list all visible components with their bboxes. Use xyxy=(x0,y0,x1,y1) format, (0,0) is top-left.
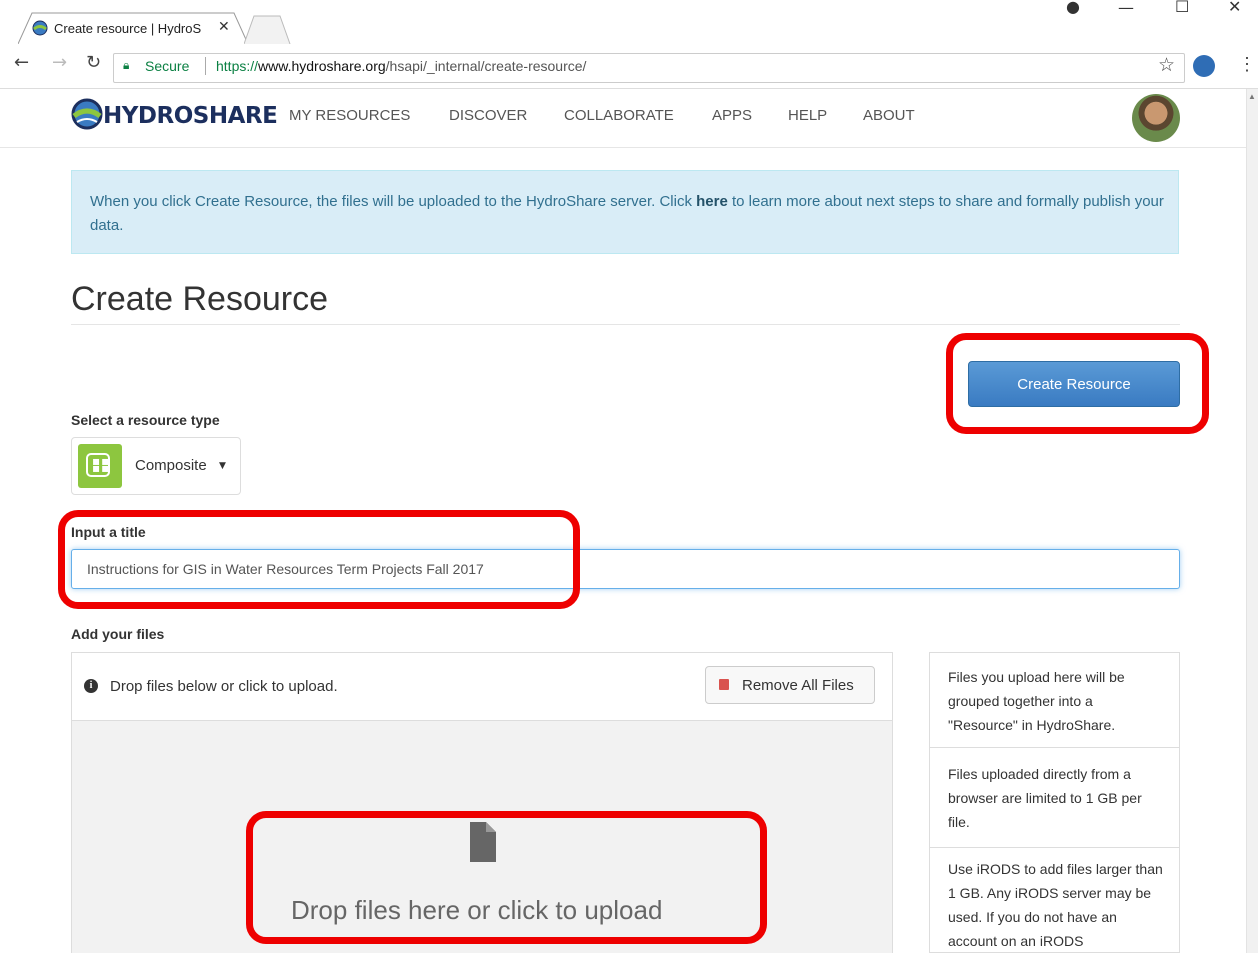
star-icon[interactable]: ☆ xyxy=(1158,54,1175,76)
url-scheme: https:// xyxy=(216,58,259,74)
chevron-down-icon[interactable]: ▼ xyxy=(219,461,226,471)
extension-icon[interactable] xyxy=(1193,55,1215,77)
secure-label: Secure xyxy=(145,58,190,74)
maximize-icon[interactable]: ☐ xyxy=(1175,0,1189,16)
tab-title: Create resource | HydroS xyxy=(54,21,202,36)
reload-icon[interactable]: ↻ xyxy=(86,52,101,73)
file-icon xyxy=(470,822,496,862)
profile-icon[interactable]: ● xyxy=(1066,0,1080,16)
nav-discover[interactable]: DISCOVER xyxy=(449,107,527,124)
page-title: Create Resource xyxy=(71,280,329,318)
menu-icon[interactable]: ⋮ xyxy=(1238,54,1256,75)
new-tab-button[interactable] xyxy=(244,14,292,44)
info-icon: i xyxy=(84,679,98,693)
resource-type-value[interactable]: Composite xyxy=(135,457,207,474)
browser-tab[interactable]: Create resource | HydroS ✕ xyxy=(18,12,250,44)
alert-text: When you click Create Resource, the file… xyxy=(90,190,1165,238)
url-host: www.hydroshare.org xyxy=(258,58,386,74)
nav-help[interactable]: HELP xyxy=(788,107,827,124)
trash-icon xyxy=(719,679,729,690)
scroll-up-icon[interactable]: ▲ xyxy=(1248,92,1256,101)
minimize-icon[interactable]: — xyxy=(1118,0,1134,17)
nav-my-resources[interactable]: MY RESOURCES xyxy=(289,107,410,124)
nav-about[interactable]: ABOUT xyxy=(863,107,915,124)
side-note: Files uploaded directly from a browser a… xyxy=(930,762,1179,848)
title-input[interactable] xyxy=(71,549,1180,589)
url-text[interactable]: https://www.hydroshare.org/hsapi/_intern… xyxy=(216,58,586,74)
side-note: Files you upload here will be grouped to… xyxy=(930,665,1179,748)
title-divider xyxy=(71,324,1180,325)
nav-apps[interactable]: APPS xyxy=(712,107,752,124)
avatar[interactable] xyxy=(1132,94,1180,142)
address-separator xyxy=(205,57,206,75)
close-icon[interactable]: ✕ xyxy=(1228,0,1241,16)
resource-type-label: Select a resource type xyxy=(71,412,220,428)
alert-here-link[interactable]: here xyxy=(696,193,728,210)
side-note: Use iRODS to add files larger than 1 GB.… xyxy=(948,861,1163,949)
create-resource-button[interactable]: Create Resource xyxy=(968,361,1180,407)
forward-icon[interactable]: → xyxy=(52,52,67,73)
alert-before: When you click Create Resource, the file… xyxy=(90,193,697,210)
drop-hint: Drop files below or click to upload. xyxy=(110,678,338,695)
page-scrollbar[interactable] xyxy=(1246,89,1258,953)
lock-icon: 🔒︎ xyxy=(123,58,130,72)
url-path: /hsapi/_internal/create-resource/ xyxy=(385,58,587,74)
close-tab-icon[interactable]: ✕ xyxy=(218,18,230,35)
remove-all-label[interactable]: Remove All Files xyxy=(742,677,854,694)
composite-grid-icon: ▪▪ ▪▪ xyxy=(92,454,111,475)
logo-text[interactable]: HYDROSHARE xyxy=(103,103,278,129)
hydroshare-favicon xyxy=(32,20,48,36)
hydroshare-logo-icon[interactable] xyxy=(71,98,103,130)
dropzone-text[interactable]: Drop files here or click to upload xyxy=(291,895,662,926)
nav-collaborate[interactable]: COLLABORATE xyxy=(564,107,674,124)
title-label: Input a title xyxy=(71,524,146,540)
files-label: Add your files xyxy=(71,626,165,642)
back-icon[interactable]: ← xyxy=(14,52,29,73)
